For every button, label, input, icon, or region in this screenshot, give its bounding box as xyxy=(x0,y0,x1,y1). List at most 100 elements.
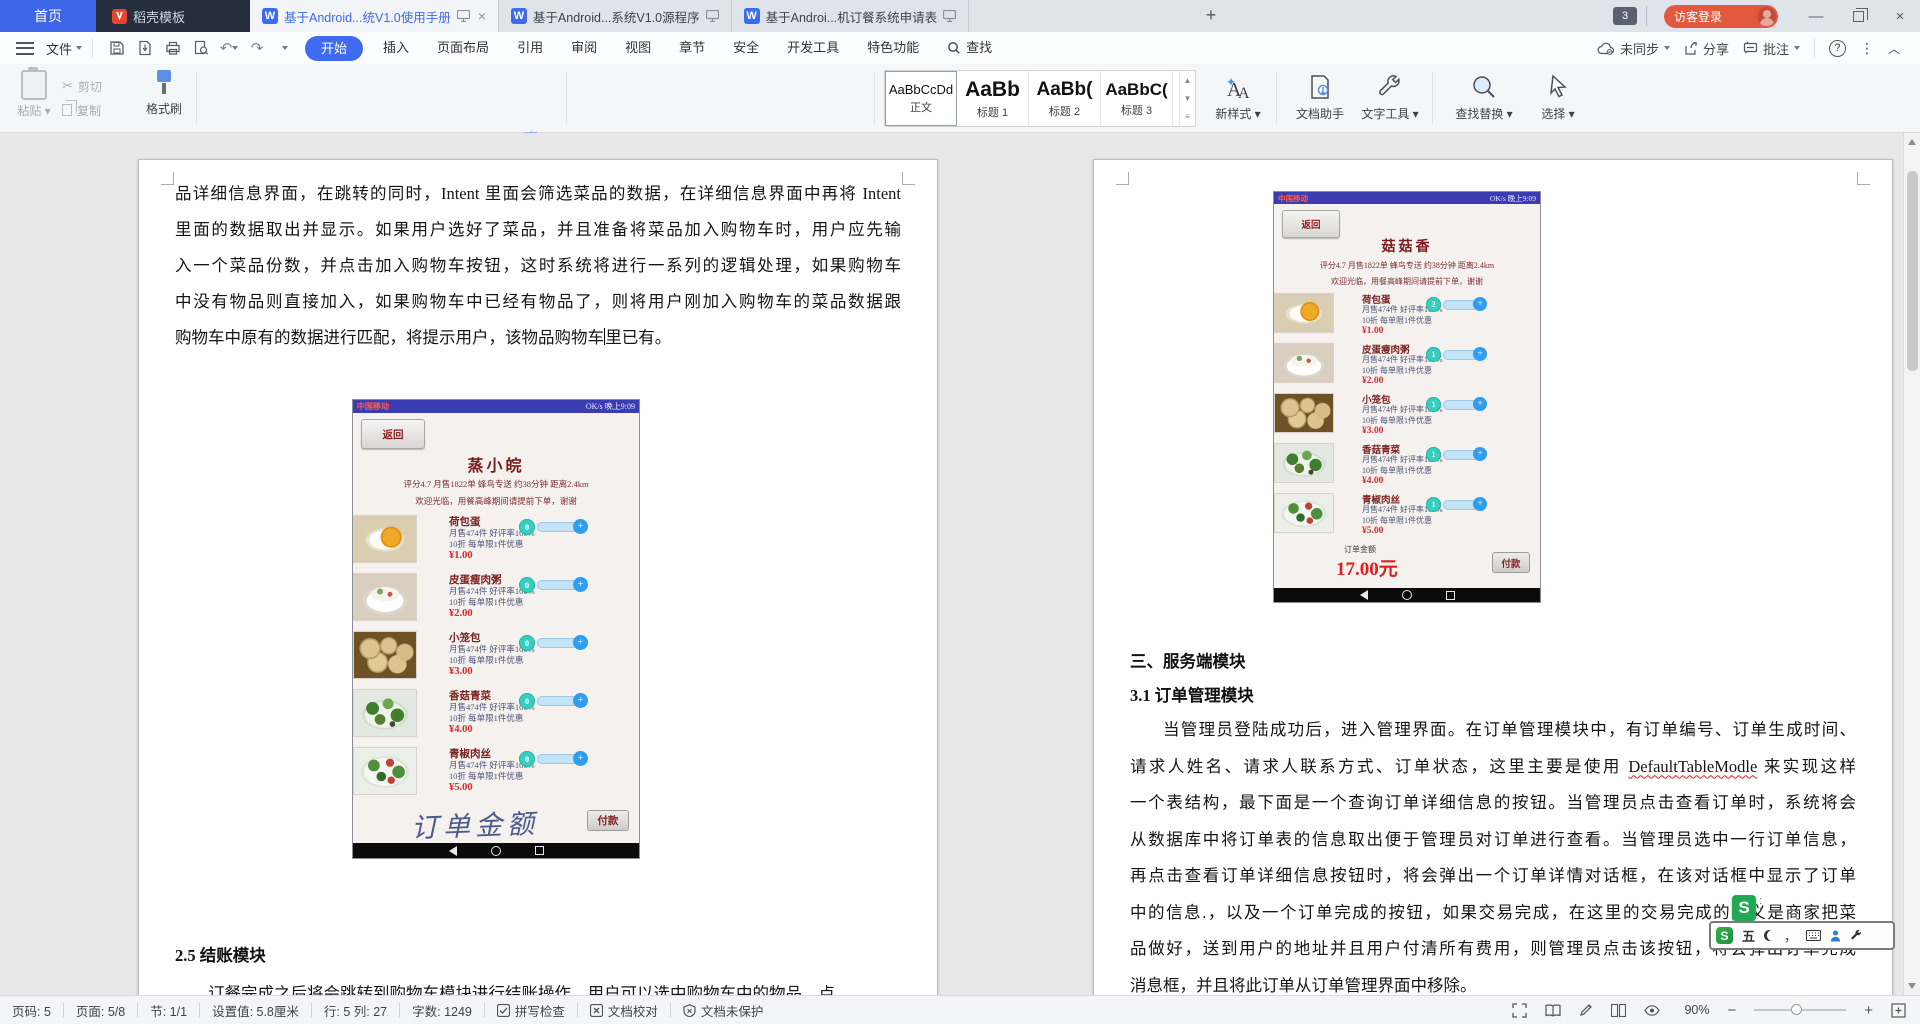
zoom-value[interactable]: 90% xyxy=(1684,1003,1709,1017)
paste-button[interactable]: 粘贴 ▾ xyxy=(10,70,58,119)
menu-插入[interactable]: 插入 xyxy=(369,32,423,64)
share-button[interactable]: 分享 xyxy=(1684,39,1729,58)
style-标题 3[interactable]: AaBbC(标题 3 xyxy=(1101,71,1173,126)
undo-icon[interactable]: ↶ xyxy=(215,37,243,59)
floater-handle-dots-icon[interactable]: :: xyxy=(1759,895,1762,909)
ime-punct[interactable]: ， xyxy=(1784,926,1797,945)
welcome-line: 欢迎光临，用餐高峰期间请提前下单，谢谢 xyxy=(353,495,639,507)
close-button[interactable]: × xyxy=(1880,0,1920,32)
menu-引用[interactable]: 引用 xyxy=(503,32,557,64)
page-right[interactable]: 中国移动OK/s 晚上9:09返回菇菇香评分4.7 月售1822单 蜂鸟专送 约… xyxy=(1093,159,1893,995)
collapse-ribbon-icon[interactable]: ︿ xyxy=(1888,40,1900,57)
help-icon[interactable]: ? xyxy=(1829,40,1846,57)
copy-button[interactable]: 复制 xyxy=(62,98,102,122)
notification-badge[interactable]: 3 xyxy=(1613,7,1637,25)
hamburger-menu-icon[interactable] xyxy=(16,42,34,55)
print-preview-icon[interactable] xyxy=(187,37,215,59)
android-nav-bar xyxy=(1274,588,1540,602)
doc-assistant-button[interactable]: 文档助手 xyxy=(1288,72,1352,122)
menu-find[interactable]: 查找 xyxy=(933,32,1006,64)
ime-account-icon[interactable] xyxy=(1830,930,1841,942)
dish-promo: 10折 每单限1件优惠 xyxy=(449,538,523,550)
paragraph: 订餐完成之后将会跳转到购物车模块进行结账操作。用户可以选中购物车中的物品，点 xyxy=(175,976,901,995)
menu-视图[interactable]: 视图 xyxy=(611,32,665,64)
menu-审阅[interactable]: 审阅 xyxy=(557,32,611,64)
eye-protection-icon[interactable] xyxy=(1644,1005,1660,1016)
menu-安全[interactable]: 安全 xyxy=(719,32,773,64)
scroll-down-icon[interactable] xyxy=(1908,983,1916,989)
wps-s-icon[interactable]: S xyxy=(1732,895,1756,921)
docer-tab[interactable]: 稻壳模板 xyxy=(112,0,185,32)
style-scroll-up-icon[interactable]: ▲ xyxy=(1180,71,1195,89)
zoom-out-icon[interactable]: − xyxy=(1727,1002,1736,1019)
save-icon[interactable] xyxy=(103,37,131,59)
read-mode-icon[interactable] xyxy=(1545,1004,1561,1017)
new-tab-button[interactable]: + xyxy=(1198,4,1224,28)
redo-icon[interactable]: ↷ xyxy=(243,37,271,59)
new-style-button[interactable]: AA 新样式 ▾ xyxy=(1206,72,1270,122)
style-scroll-down-icon[interactable]: ▼ xyxy=(1180,89,1195,107)
status-section[interactable]: 节: 1/1 xyxy=(138,1001,199,1020)
vertical-scrollbar[interactable] xyxy=(1903,133,1920,995)
status-page-number[interactable]: 页码: 5 xyxy=(0,1001,63,1020)
quickbar-more-icon[interactable] xyxy=(271,37,299,59)
spell-assistant-floater[interactable]: S :: xyxy=(1732,895,1762,921)
menu-开始[interactable]: 开始 xyxy=(305,36,363,61)
fullscreen-view-icon[interactable] xyxy=(1512,1003,1527,1018)
zoom-slider-thumb[interactable] xyxy=(1791,1004,1802,1015)
minimize-button[interactable]: — xyxy=(1796,0,1836,32)
guest-login-button[interactable]: 访客登录 xyxy=(1664,5,1778,28)
status-right-label: OK/s 晚上9:09 xyxy=(586,401,635,412)
restore-button[interactable] xyxy=(1838,0,1878,32)
menu-页面布局[interactable]: 页面布局 xyxy=(423,32,503,64)
ime-lang-icon[interactable] xyxy=(1764,930,1775,941)
ime-toolbox-icon[interactable] xyxy=(1850,929,1863,942)
export-pdf-icon[interactable] xyxy=(131,37,159,59)
ime-mode-wubi[interactable]: 五 xyxy=(1742,926,1755,945)
cut-button[interactable]: ✂剪切 xyxy=(62,74,102,98)
page-layout-view-icon[interactable] xyxy=(1611,1004,1626,1017)
page-left[interactable]: 品详细信息界面，在跳转的同时，Intent 里面会筛选菜品的数据，在详细信息界面… xyxy=(138,159,938,995)
style-正文[interactable]: AaBbCcDd正文 xyxy=(885,71,957,126)
status-row-col[interactable]: 行: 5 列: 27 xyxy=(312,1001,399,1020)
doc-protection-status[interactable]: 文档未保护 xyxy=(671,1001,776,1020)
ime-keyboard-icon[interactable] xyxy=(1806,930,1821,941)
comment-button[interactable]: 批注 xyxy=(1743,39,1800,58)
ime-logo-icon[interactable]: S xyxy=(1716,927,1733,944)
write-mode-icon[interactable] xyxy=(1579,1003,1593,1017)
scroll-up-icon[interactable] xyxy=(1908,139,1916,145)
dish-price: ¥2.00 xyxy=(449,608,473,619)
document-tab-2[interactable]: W基于Android...系统V1.0源程序 xyxy=(499,0,732,32)
menu-特色功能[interactable]: 特色功能 xyxy=(853,32,933,64)
doc-proof-button[interactable]: 文档校对 xyxy=(578,1001,670,1020)
find-replace-button[interactable]: 查找替换 ▾ xyxy=(1452,72,1516,122)
ime-toolbar[interactable]: S 五 ， xyxy=(1709,921,1895,950)
style-标题 1[interactable]: AaBb标题 1 xyxy=(957,71,1029,126)
style-标题 2[interactable]: AaBb(标题 2 xyxy=(1029,71,1101,126)
spellcheck-toggle[interactable]: 拼写检查 xyxy=(485,1001,577,1020)
status-word-count[interactable]: 字数: 1249 xyxy=(400,1001,484,1020)
scrollbar-thumb[interactable] xyxy=(1907,171,1918,371)
print-icon[interactable] xyxy=(159,37,187,59)
more-options-icon[interactable]: ⋮ xyxy=(1860,40,1874,57)
file-menu[interactable]: 文件 xyxy=(46,39,82,58)
sync-status[interactable]: 未同步 xyxy=(1597,39,1670,58)
home-tab[interactable]: 首页 xyxy=(0,0,96,32)
document-tab-1[interactable]: W基于Android...统V1.0使用手册× xyxy=(250,0,499,32)
zoom-in-icon[interactable]: + xyxy=(1864,1002,1873,1019)
spellcheck-icon xyxy=(497,1004,510,1017)
style-gallery-more-icon[interactable]: ≡ xyxy=(1180,108,1195,126)
select-button[interactable]: 选择 ▾ xyxy=(1526,72,1590,122)
menu-章节[interactable]: 章节 xyxy=(665,32,719,64)
menu-开发工具[interactable]: 开发工具 xyxy=(773,32,853,64)
fit-page-icon[interactable] xyxy=(1891,1003,1906,1018)
tab-close-icon[interactable]: × xyxy=(476,8,486,24)
text-tool-button[interactable]: 文字工具 ▾ xyxy=(1358,72,1422,122)
format-painter-button[interactable]: 格式刷 xyxy=(138,70,190,117)
document-tab-3[interactable]: W基于Androi...机订餐系统申请表 xyxy=(732,0,970,32)
status-setting[interactable]: 设置值: 5.8厘米 xyxy=(200,1001,311,1020)
menu-item-row: 荷包蛋月售474件 好评率100%10折 每单限1件优惠¥1.000+ xyxy=(353,512,639,570)
stir-fry-photo xyxy=(1274,493,1334,533)
zoom-slider[interactable] xyxy=(1754,1009,1846,1011)
status-page-count[interactable]: 页面: 5/8 xyxy=(64,1001,137,1020)
